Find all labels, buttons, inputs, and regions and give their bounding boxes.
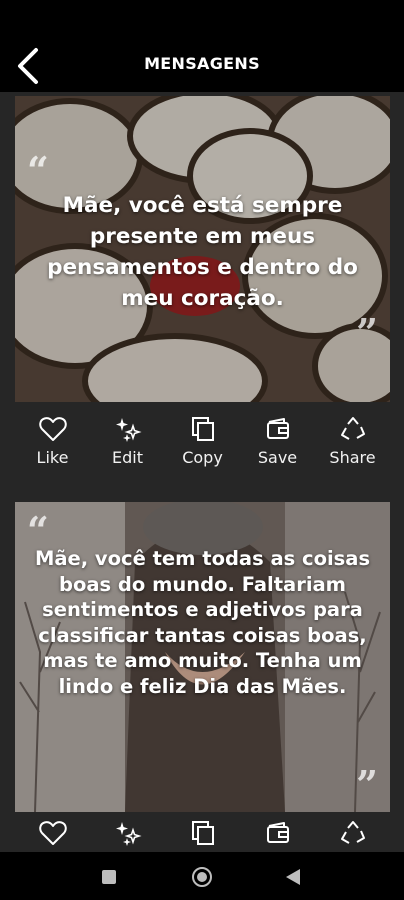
sparkles-icon <box>115 418 142 442</box>
heart-outline-icon <box>38 821 67 845</box>
share-button[interactable] <box>315 816 390 852</box>
open-quote-icon: “ <box>27 508 49 553</box>
copy-button[interactable]: Copy <box>165 412 240 474</box>
close-quote-icon: ” <box>356 762 378 807</box>
close-quote-icon: ” <box>356 310 378 355</box>
triangle-back-icon <box>286 869 300 885</box>
copy-icon <box>191 417 214 441</box>
wallet-save-icon <box>266 822 289 843</box>
home-button[interactable] <box>191 866 213 892</box>
page-title: MENSAGENS <box>144 54 260 73</box>
save-label: Save <box>257 448 298 467</box>
copy-button[interactable] <box>165 816 240 852</box>
edit-label: Edit <box>112 448 143 467</box>
message-image: “ Mãe, você está sempre presente em meus… <box>15 96 390 402</box>
message-feed[interactable]: “ Mãe, você está sempre presente em meus… <box>0 92 404 852</box>
like-button[interactable]: Like <box>15 412 90 474</box>
sparkles-icon <box>115 822 142 846</box>
open-quote-icon: “ <box>27 148 49 193</box>
message-image: “ Mãe, você tem todas as coisas boas do … <box>15 502 390 812</box>
share-button[interactable]: Share <box>315 412 390 474</box>
wallet-save-icon <box>266 418 289 439</box>
square-icon <box>102 870 116 884</box>
circle-home-icon <box>192 867 212 887</box>
share-label: Share <box>329 448 376 467</box>
copy-label: Copy <box>182 448 223 467</box>
heart-outline-icon <box>38 417 67 441</box>
action-bar: Like Edit Copy Save Share <box>15 412 390 474</box>
save-button[interactable] <box>240 816 315 852</box>
action-bar <box>15 816 390 852</box>
recents-button[interactable] <box>101 869 117 889</box>
quote-text: Mãe, você tem todas as coisas boas do mu… <box>34 547 371 698</box>
edit-button[interactable] <box>90 816 165 852</box>
system-navigation-bar <box>0 852 404 900</box>
copy-icon <box>191 821 214 845</box>
back-nav-button[interactable] <box>285 868 301 890</box>
save-button[interactable]: Save <box>240 412 315 474</box>
like-label: Like <box>36 448 69 467</box>
recycle-share-icon <box>340 821 365 844</box>
app-bar: MENSAGENS <box>0 0 404 92</box>
recycle-share-icon <box>340 417 365 440</box>
like-button[interactable] <box>15 816 90 852</box>
edit-button[interactable]: Edit <box>90 412 165 474</box>
quote-text: Mãe, você está sempre presente em meus p… <box>47 193 358 311</box>
